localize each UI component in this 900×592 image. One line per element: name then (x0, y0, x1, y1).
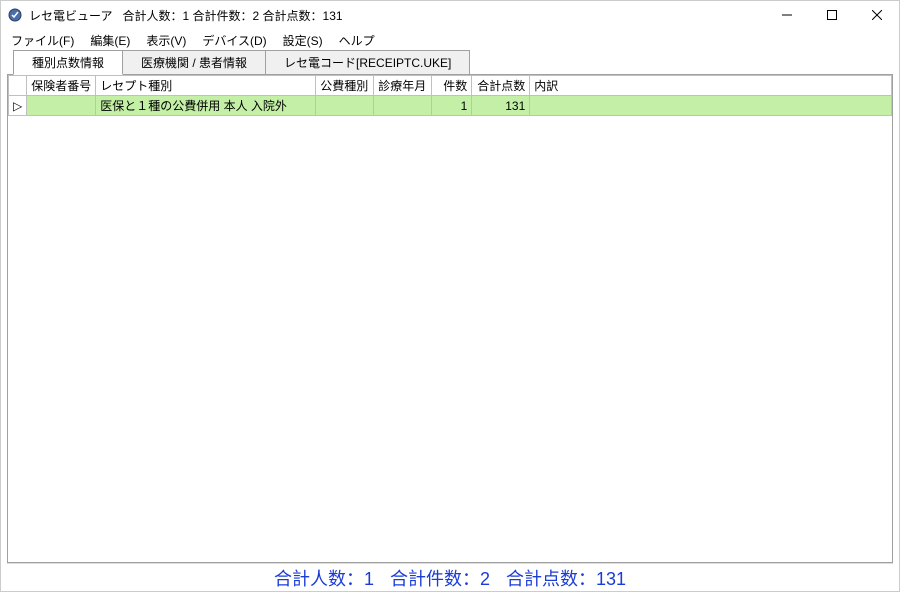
grid-header-uchiwake[interactable]: 内訳 (530, 76, 892, 96)
app-icon (7, 7, 23, 23)
tabstrip: 種別点数情報 医療機関 / 患者情報 レセ電コード[RECEIPTC.UKE] (7, 53, 893, 75)
tab-type-points[interactable]: 種別点数情報 (13, 50, 123, 75)
grid-header-shinryo-ym[interactable]: 診療年月 (374, 76, 432, 96)
tab-institution-patient[interactable]: 医療機関 / 患者情報 (122, 50, 266, 74)
cell-kensu: 1 (432, 96, 472, 116)
tab-receipt-code[interactable]: レセ電コード[RECEIPTC.UKE] (265, 50, 470, 74)
grid-header-kouhi-type[interactable]: 公費種別 (316, 76, 374, 96)
cell-shinryo-ym (374, 96, 432, 116)
cell-gokei-tensu: 131 (472, 96, 530, 116)
table-row[interactable]: ▷ 医保と１種の公費併用 本人 入院外 1 131 (9, 96, 892, 116)
menu-help[interactable]: ヘルプ (331, 30, 383, 51)
minimize-button[interactable] (764, 1, 809, 29)
menu-file[interactable]: ファイル(F) (3, 30, 82, 51)
menu-edit[interactable]: 編集(E) (82, 30, 138, 51)
status-points: 合計点数：131 (506, 565, 626, 591)
close-button[interactable] (854, 1, 899, 29)
grid-header-kensu[interactable]: 件数 (432, 76, 472, 96)
cell-uchiwake (530, 96, 892, 116)
window-title-summary: 合計人数：1 合計件数：2 合計点数：131 (123, 7, 343, 24)
grid-header-indicator[interactable] (9, 76, 27, 96)
menu-settings[interactable]: 設定(S) (275, 30, 331, 51)
titlebar: レセ電ビューア 合計人数：1 合計件数：2 合計点数：131 (1, 1, 899, 29)
cell-receipt-type: 医保と１種の公費併用 本人 入院外 (96, 96, 316, 116)
menubar: ファイル(F) 編集(E) 表示(V) デバイス(D) 設定(S) ヘルプ (1, 29, 899, 51)
cell-kouhi-type (316, 96, 374, 116)
grid-header-gokei-tensu[interactable]: 合計点数 (472, 76, 530, 96)
menu-device[interactable]: デバイス(D) (194, 30, 274, 51)
grid-area[interactable]: 保険者番号 レセプト種別 公費種別 診療年月 件数 合計点数 内訳 ▷ 医保と１… (7, 75, 893, 563)
maximize-button[interactable] (809, 1, 854, 29)
cell-hokensha (27, 96, 96, 116)
status-people: 合計人数：1 (274, 565, 374, 591)
grid-header-hokensha[interactable]: 保険者番号 (27, 76, 96, 96)
status-count: 合計件数：2 (390, 565, 490, 591)
window-title-app: レセ電ビューア (29, 7, 113, 24)
menu-view[interactable]: 表示(V) (138, 30, 194, 51)
statusbar: 合計人数：1 合計件数：2 合計点数：131 (7, 563, 893, 591)
grid-header-row: 保険者番号 レセプト種別 公費種別 診療年月 件数 合計点数 内訳 (9, 76, 892, 96)
grid-header-receipt-type[interactable]: レセプト種別 (96, 76, 316, 96)
data-grid: 保険者番号 レセプト種別 公費種別 診療年月 件数 合計点数 内訳 ▷ 医保と１… (8, 75, 892, 116)
row-indicator-icon: ▷ (9, 96, 27, 116)
